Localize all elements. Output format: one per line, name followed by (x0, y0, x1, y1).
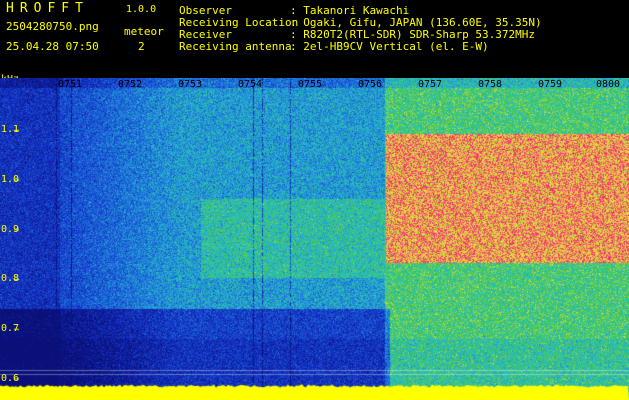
x-tick-label: 0757 (418, 79, 443, 90)
x-tick-label: 0756 (358, 79, 383, 90)
app-version: 1.0.0 (126, 4, 157, 15)
x-tick-label: 0800 (596, 79, 621, 90)
y-tick-label: 0.9 (1, 224, 20, 235)
y-tick-label: 1.1 (1, 124, 20, 135)
file-name: 2504280750.png (6, 20, 99, 33)
meteor-label: meteor (124, 25, 164, 38)
x-tick-label: 0758 (478, 79, 503, 90)
x-tick-label: 0751 (58, 79, 83, 90)
antenna-key: Receiving antenna (179, 40, 292, 53)
x-tick-label: 0754 (238, 79, 263, 90)
y-tick-label: 0.8 (1, 273, 20, 284)
x-tick-label: 0755 (298, 79, 323, 90)
file-datetime: 25.04.28 07:50 (6, 40, 99, 53)
x-tick-label: 0753 (178, 79, 203, 90)
x-tick-label: 0759 (538, 79, 563, 90)
meteor-count: 2 (138, 40, 145, 53)
spectrogram-canvas (0, 78, 629, 400)
x-tick-label: 0752 (118, 79, 143, 90)
y-tick-label: 0.6 (1, 373, 20, 384)
header: HROFFT 1.0.0 2504280750.png 25.04.28 07:… (0, 0, 629, 85)
y-tick-label: 0.7 (1, 323, 20, 334)
y-tick-label: 1.0 (1, 174, 20, 185)
antenna-value: : 2el-HB9CV Vertical (el. E-W) (290, 40, 489, 53)
app-name: HROFFT (6, 1, 89, 16)
